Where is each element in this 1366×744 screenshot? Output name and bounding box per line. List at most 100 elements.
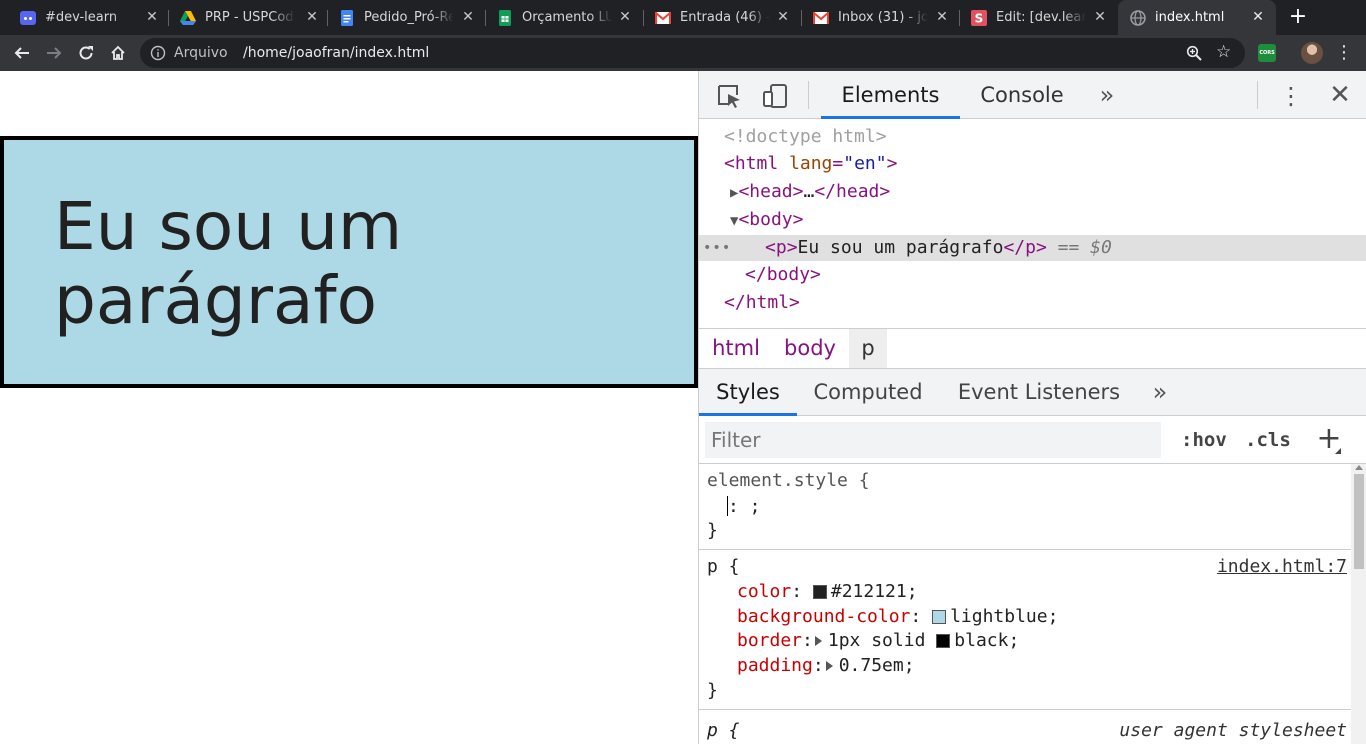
demo-paragraph: Eu sou um parágrafo bbox=[0, 136, 698, 388]
node-text: Eu sou um parágrafo bbox=[797, 237, 1004, 258]
breadcrumb-body[interactable]: body bbox=[777, 329, 843, 368]
forward-button[interactable] bbox=[41, 40, 67, 66]
rule-close: } bbox=[707, 520, 718, 541]
tag-name: head bbox=[836, 181, 880, 202]
property-name: background-color bbox=[737, 606, 911, 627]
scroll-up-arrow-icon[interactable] bbox=[1355, 465, 1363, 470]
property-value: #212121; bbox=[830, 581, 918, 602]
property-name: padding bbox=[737, 655, 813, 676]
css-property-padding[interactable]: padding: 0.75em; bbox=[737, 653, 915, 678]
back-button[interactable] bbox=[9, 40, 35, 66]
gmail-icon bbox=[813, 10, 829, 26]
device-toolbar-icon[interactable] bbox=[761, 82, 789, 110]
css-property-border[interactable]: border: 1px solid black; bbox=[737, 628, 1019, 653]
tab-inbox[interactable]: Inbox (31) - joao ✕ bbox=[793, 0, 960, 35]
dom-node-body[interactable]: ▼<body> bbox=[699, 207, 1366, 233]
tab-elements[interactable]: Elements bbox=[821, 71, 960, 119]
close-devtools-icon[interactable]: ✕ bbox=[1327, 81, 1353, 109]
new-tab-button[interactable]: + bbox=[1286, 6, 1310, 30]
tab-orcamento[interactable]: Orçamento LUME ✕ bbox=[477, 0, 643, 35]
color-swatch[interactable] bbox=[932, 610, 947, 624]
reload-button[interactable] bbox=[73, 40, 99, 66]
expand-shorthand-icon[interactable] bbox=[814, 636, 822, 646]
address-bar[interactable]: Arquivo /home/joaofran/index.html ☆ bbox=[140, 38, 1245, 68]
gmail-icon bbox=[655, 10, 671, 26]
scroll-thumb[interactable] bbox=[1354, 474, 1364, 569]
breadcrumb-html[interactable]: html bbox=[705, 329, 767, 368]
dom-node-html-close[interactable]: </html> bbox=[699, 290, 1366, 316]
zoom-icon[interactable] bbox=[1186, 45, 1202, 61]
dom-node-html[interactable]: <html lang="en"> bbox=[699, 151, 1366, 177]
home-button[interactable] bbox=[105, 40, 131, 66]
rule-selector: p { bbox=[707, 720, 740, 741]
property-name: border bbox=[737, 630, 803, 651]
color-swatch[interactable] bbox=[936, 634, 951, 648]
tab-computed[interactable]: Computed bbox=[807, 369, 929, 416]
tag-name: head bbox=[749, 181, 793, 202]
toolbar-divider bbox=[1257, 81, 1258, 109]
dom-node-p-selected[interactable]: ••• <p>Eu sou um parágrafo</p> == $0 bbox=[699, 235, 1366, 261]
close-tab-icon[interactable]: ✕ bbox=[304, 9, 320, 25]
tag-name: html bbox=[745, 292, 790, 313]
tag-name: body bbox=[749, 209, 793, 230]
browser-menu-icon[interactable]: ⋮ bbox=[1335, 42, 1353, 64]
rule-selector: p { bbox=[707, 556, 740, 577]
styles-pane: element.style { : ; } p { index.html:7 c… bbox=[699, 464, 1351, 744]
devtools-panel: Elements Console » ⋮ ✕ <!doctype html> <… bbox=[698, 71, 1366, 744]
element-style-rule: element.style { : ; } bbox=[699, 464, 1351, 550]
dom-node-head[interactable]: ▶<head>…</head> bbox=[699, 179, 1366, 205]
color-swatch[interactable] bbox=[812, 585, 827, 599]
rule-source-link[interactable]: index.html:7 bbox=[1217, 554, 1347, 579]
rule-source-label: user agent stylesheet bbox=[1119, 720, 1347, 741]
collapsed-ellipsis: … bbox=[803, 181, 815, 202]
tab-title: Entrada (46) - joao bbox=[680, 10, 770, 25]
close-tab-icon[interactable]: ✕ bbox=[1092, 9, 1108, 25]
breadcrumb-p[interactable]: p bbox=[849, 329, 887, 368]
info-icon[interactable] bbox=[150, 45, 166, 61]
property-value-color: black; bbox=[954, 630, 1020, 651]
tab-title: #dev-learn bbox=[45, 10, 118, 25]
tab-index-html[interactable]: index.html ✕ bbox=[1118, 0, 1276, 35]
css-property-color[interactable]: color: #212121; bbox=[737, 579, 918, 604]
tab-console[interactable]: Console bbox=[960, 71, 1084, 119]
dropdown-corner-icon bbox=[1335, 448, 1341, 454]
css-property-background-color[interactable]: background-color: lightblue; bbox=[737, 604, 1058, 629]
dom-node-body-close[interactable]: </body> bbox=[699, 262, 1366, 288]
node-actions-ellipsis-icon[interactable]: ••• bbox=[703, 235, 731, 261]
google-docs-icon bbox=[339, 9, 355, 26]
tab-styles[interactable]: Styles bbox=[699, 369, 797, 416]
inspect-element-icon[interactable] bbox=[715, 82, 743, 110]
expand-shorthand-icon[interactable] bbox=[825, 661, 833, 671]
close-tab-icon[interactable]: ✕ bbox=[934, 9, 950, 25]
devtools-menu-icon[interactable]: ⋮ bbox=[1279, 81, 1303, 111]
dom-node-doctype[interactable]: <!doctype html> bbox=[699, 124, 1366, 150]
tab-prp[interactable]: PRP - USPCodeLab ✕ bbox=[160, 0, 330, 35]
close-tab-icon[interactable]: ✕ bbox=[775, 9, 791, 25]
more-tabs-icon[interactable]: » bbox=[1093, 79, 1121, 111]
close-tab-icon[interactable]: ✕ bbox=[460, 9, 476, 25]
url-text[interactable]: /home/joaofran/index.html bbox=[243, 45, 429, 61]
cors-extension-icon[interactable]: CORS bbox=[1258, 44, 1276, 62]
hover-state-toggle[interactable]: :hov bbox=[1181, 422, 1227, 458]
bookmark-star-icon[interactable]: ☆ bbox=[1216, 42, 1236, 62]
close-tab-icon[interactable]: ✕ bbox=[144, 9, 160, 25]
tab-edit[interactable]: S Edit: [dev.learn] ✕ bbox=[951, 0, 1118, 35]
tab-title: Edit: [dev.learn] bbox=[996, 10, 1086, 25]
tab-pedido[interactable]: Pedido_Pró-Reitoria ✕ bbox=[319, 0, 486, 35]
styles-scrollbar[interactable] bbox=[1351, 464, 1366, 744]
svg-text:S: S bbox=[975, 11, 984, 25]
close-tab-icon[interactable]: ✕ bbox=[1250, 9, 1266, 25]
new-property-editor[interactable]: : ; bbox=[727, 494, 761, 519]
tab-entrada[interactable]: Entrada (46) - joao ✕ bbox=[635, 0, 801, 35]
tab-strip: #dev-learn ✕ PRP - USPCodeLab ✕ Pedido_P… bbox=[0, 0, 1366, 35]
tab-title: index.html bbox=[1155, 10, 1225, 25]
close-tab-icon[interactable]: ✕ bbox=[617, 9, 633, 25]
extension-label: CORS bbox=[1259, 50, 1275, 56]
tab-event-listeners[interactable]: Event Listeners bbox=[951, 369, 1127, 416]
tab-dev-learn[interactable]: #dev-learn ✕ bbox=[0, 0, 170, 35]
globe-icon bbox=[1130, 9, 1146, 26]
filter-input[interactable] bbox=[705, 422, 1161, 458]
more-subtabs-icon[interactable]: » bbox=[1146, 376, 1174, 408]
class-toggle[interactable]: .cls bbox=[1245, 422, 1291, 458]
profile-avatar[interactable] bbox=[1301, 42, 1323, 64]
